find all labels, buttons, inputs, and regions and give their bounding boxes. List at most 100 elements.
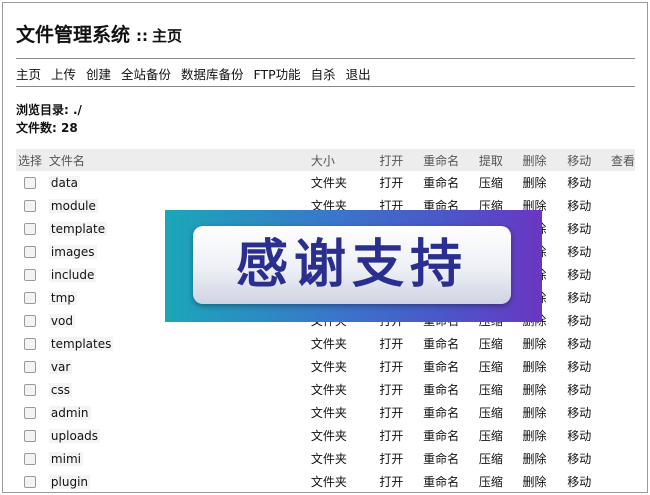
file-name[interactable]: plugin [48,474,91,489]
move-link-cell: 移动 [565,378,609,401]
open-link[interactable]: 打开 [379,429,403,443]
delete-link[interactable]: 删除 [523,360,547,374]
rename-link[interactable]: 重命名 [423,360,459,374]
move-link[interactable]: 移动 [567,176,591,190]
move-link[interactable]: 移动 [567,222,591,236]
move-link[interactable]: 移动 [567,429,591,443]
file-name[interactable]: template [48,221,108,236]
open-link[interactable]: 打开 [379,337,403,351]
banner-text: 感谢支持 [235,235,468,295]
open-link-cell: 打开 [377,401,421,424]
delete-link[interactable]: 删除 [523,475,547,489]
move-link[interactable]: 移动 [567,245,591,259]
menu-db-backup-link[interactable]: 数据库备份 [181,67,244,82]
rename-link[interactable]: 重命名 [423,475,459,489]
compress-link[interactable]: 压缩 [479,475,503,489]
delete-link[interactable]: 删除 [523,176,547,190]
move-link[interactable]: 移动 [567,291,591,305]
delete-link-cell: 删除 [521,470,566,493]
rename-link[interactable]: 重命名 [423,429,459,443]
file-name[interactable]: mimi [48,451,83,466]
select-cell [16,194,47,217]
menu-ftp-link[interactable]: FTP功能 [254,67,301,82]
row-checkbox[interactable] [24,476,36,488]
compress-link[interactable]: 压缩 [479,360,503,374]
rename-link[interactable]: 重命名 [423,452,459,466]
compress-link[interactable]: 压缩 [479,406,503,420]
row-checkbox[interactable] [24,292,36,304]
file-name[interactable]: include [48,267,97,282]
menu-self-destruct-link[interactable]: 自杀 [311,67,336,82]
table-row: data 文件夹 打开 重命名 压缩 删除 移动 [16,171,635,194]
delete-link[interactable]: 删除 [523,452,547,466]
file-size-cell: 文件夹 [309,401,378,424]
file-name[interactable]: data [48,175,80,190]
rename-link[interactable]: 重命名 [423,383,459,397]
move-link[interactable]: 移动 [567,268,591,282]
compress-link[interactable]: 压缩 [479,383,503,397]
row-checkbox[interactable] [24,315,36,327]
menu-divider [16,86,635,87]
file-name[interactable]: css [48,382,73,397]
menu-home-link[interactable]: 主页 [16,67,41,82]
move-link-cell: 移动 [565,194,609,217]
open-link[interactable]: 打开 [379,406,403,420]
move-link[interactable]: 移动 [567,383,591,397]
row-checkbox[interactable] [24,246,36,258]
table-row: var 文件夹 打开 重命名 压缩 删除 移动 [16,355,635,378]
row-checkbox[interactable] [24,453,36,465]
rename-link-cell: 重命名 [421,447,477,470]
delete-link[interactable]: 删除 [523,429,547,443]
file-name[interactable]: images [48,244,97,259]
row-checkbox[interactable] [24,407,36,419]
file-size: 文件夹 [310,337,347,351]
file-name[interactable]: var [48,359,73,374]
row-checkbox[interactable] [24,200,36,212]
move-link[interactable]: 移动 [567,452,591,466]
open-link[interactable]: 打开 [379,176,403,190]
rename-link[interactable]: 重命名 [423,176,459,190]
file-name[interactable]: vod [48,313,75,328]
move-link[interactable]: 移动 [567,360,591,374]
file-count: 文件数: 28 [16,121,78,135]
compress-link[interactable]: 压缩 [479,337,503,351]
file-name[interactable]: module [48,198,98,213]
file-name[interactable]: admin [48,405,91,420]
open-link[interactable]: 打开 [379,475,403,489]
row-checkbox[interactable] [24,223,36,235]
move-link[interactable]: 移动 [567,199,591,213]
view-cell [609,194,635,217]
menu-create-link[interactable]: 创建 [86,67,111,82]
open-link-cell: 打开 [377,447,421,470]
file-name[interactable]: tmp [48,290,77,305]
open-link-cell: 打开 [377,424,421,447]
rename-link[interactable]: 重命名 [423,337,459,351]
open-link[interactable]: 打开 [379,360,403,374]
file-name-cell: css [47,378,309,401]
delete-link[interactable]: 删除 [523,337,547,351]
open-link[interactable]: 打开 [379,452,403,466]
delete-link[interactable]: 删除 [523,383,547,397]
delete-link[interactable]: 删除 [523,406,547,420]
file-name-cell: mimi [47,447,309,470]
file-name[interactable]: templates [48,336,114,351]
rename-link[interactable]: 重命名 [423,406,459,420]
row-checkbox[interactable] [24,269,36,281]
row-checkbox[interactable] [24,177,36,189]
row-checkbox[interactable] [24,384,36,396]
menu-logout-link[interactable]: 退出 [346,67,371,82]
move-link[interactable]: 移动 [567,337,591,351]
move-link[interactable]: 移动 [567,475,591,489]
open-link[interactable]: 打开 [379,383,403,397]
compress-link[interactable]: 压缩 [479,176,503,190]
compress-link[interactable]: 压缩 [479,429,503,443]
move-link[interactable]: 移动 [567,406,591,420]
file-name[interactable]: uploads [48,428,101,443]
row-checkbox[interactable] [24,430,36,442]
row-checkbox[interactable] [24,361,36,373]
move-link[interactable]: 移动 [567,314,591,328]
menu-upload-link[interactable]: 上传 [51,67,76,82]
row-checkbox[interactable] [24,338,36,350]
menu-site-backup-link[interactable]: 全站备份 [121,67,171,82]
compress-link[interactable]: 压缩 [479,452,503,466]
